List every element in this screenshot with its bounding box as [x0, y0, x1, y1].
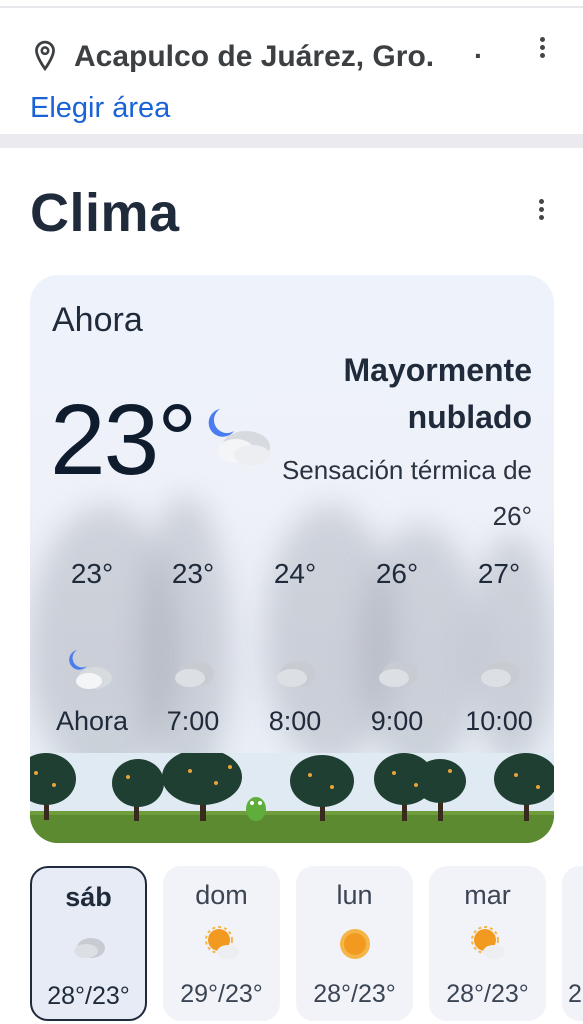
- choose-area-link[interactable]: Elegir área: [30, 92, 170, 125]
- day-temperature-range: 28°/23°: [313, 980, 396, 1008]
- hourly-temperature: 23°: [70, 558, 114, 589]
- section-separator: [0, 134, 583, 148]
- cloud-icon: [379, 661, 418, 687]
- sun-icon: [339, 929, 370, 959]
- location-separator-dot: ·: [474, 40, 484, 71]
- day-name: lun: [336, 880, 373, 910]
- hourly-time: 7:00: [166, 706, 220, 736]
- location-name[interactable]: Acapulco de Juárez, Gro.: [74, 40, 434, 74]
- hourly-item[interactable]: 23° 7:00: [148, 558, 238, 737]
- current-temperature: 23°: [50, 384, 197, 496]
- hourly-temperature: 26°: [375, 558, 419, 589]
- day-card[interactable]: dom 29°/23°: [163, 866, 280, 1021]
- day-temperature-range: 29°/23°: [180, 980, 263, 1008]
- feels-like-text: Sensación térmica de 26°: [281, 455, 532, 531]
- location-more-menu-icon[interactable]: [532, 34, 552, 64]
- hourly-item[interactable]: 27° 10:00: [454, 558, 544, 737]
- day-card[interactable]: lun 28°/23°: [296, 866, 413, 1021]
- day-name: sáb: [65, 882, 112, 912]
- cloud-icon: [73, 938, 105, 958]
- day-name: [562, 880, 583, 914]
- sun-cloud-icon: [470, 926, 505, 959]
- day-temperature-range: 2: [568, 980, 582, 1008]
- cloud-icon: [481, 661, 520, 687]
- landscape-illustration: [30, 753, 554, 843]
- day-card-partial[interactable]: 2: [562, 866, 583, 1021]
- map-pin-icon: [35, 40, 55, 72]
- weather-title: Clima: [30, 183, 180, 243]
- cloud-icon: [277, 661, 316, 687]
- hourly-item[interactable]: 26° 9:00: [352, 558, 442, 737]
- weather-more-menu-icon[interactable]: [531, 196, 551, 226]
- hourly-item[interactable]: 24° 8:00: [250, 558, 340, 737]
- day-temperature-range: 28°/23°: [446, 980, 529, 1008]
- hourly-item[interactable]: 23° Ahora: [47, 558, 137, 737]
- condition-text: Mayormente nublado: [343, 352, 533, 435]
- now-label: Ahora: [52, 301, 143, 339]
- day-card-selected[interactable]: sáb 28°/23°: [30, 866, 147, 1021]
- weather-card[interactable]: Ahora 23° Mayormente nublado Sensación t…: [30, 275, 554, 843]
- moon-cloud-icon: [69, 650, 112, 689]
- hourly-time: 8:00: [268, 706, 322, 736]
- hourly-time: 9:00: [370, 706, 424, 736]
- hourly-time: 10:00: [465, 706, 533, 736]
- hourly-time: Ahora: [55, 706, 129, 736]
- sun-cloud-icon: [204, 926, 239, 959]
- cloud-icon: [175, 661, 214, 687]
- day-temperature-range: 28°/23°: [47, 982, 130, 1010]
- day-card[interactable]: mar 28°/23°: [429, 866, 546, 1021]
- hourly-temperature: 24°: [273, 558, 317, 589]
- location-bar: Acapulco de Juárez, Gro. · Elegir área: [0, 8, 583, 134]
- day-name: dom: [195, 880, 248, 910]
- moon-cloud-icon: [208, 409, 270, 465]
- day-name: mar: [464, 880, 511, 910]
- hourly-temperature: 27°: [477, 558, 521, 589]
- hourly-temperature: 23°: [171, 558, 215, 589]
